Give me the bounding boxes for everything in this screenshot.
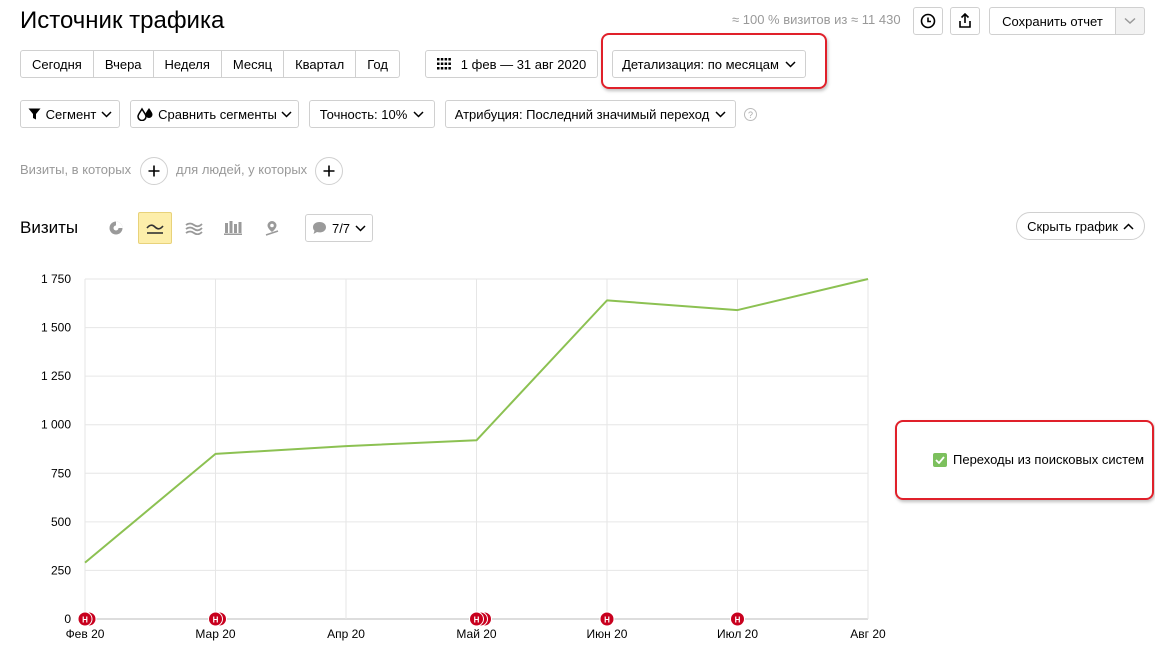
share-icon (959, 13, 971, 28)
chevron-down-icon (281, 110, 292, 118)
x-tick-label: Мар 20 (195, 627, 235, 641)
attribution-label: Атрибуция: Последний значимый переход (454, 106, 710, 122)
x-tick-label: Фев 20 (66, 627, 105, 641)
y-tick-label: 750 (51, 466, 71, 480)
chart-type-line[interactable] (138, 212, 172, 244)
calendar-icon (436, 58, 451, 70)
hide-chart-button[interactable]: Скрыть график (1016, 212, 1145, 240)
date-range-label: 1 фев — 31 авг 2020 (460, 56, 587, 72)
comment-icon (312, 222, 326, 234)
chevron-up-icon (1123, 222, 1134, 230)
visits-condition-label: Визиты, в которых (20, 162, 132, 177)
save-report-menu-button[interactable] (1115, 7, 1145, 35)
chevron-down-icon (413, 110, 424, 118)
annotation-marker-label: Н (213, 616, 219, 625)
period-quarter[interactable]: Квартал (284, 51, 357, 77)
chart-section-title: Визиты (20, 218, 79, 237)
plus-icon (148, 165, 160, 177)
date-range-button[interactable]: 1 фев — 31 авг 2020 (425, 50, 598, 78)
annotations-dropdown[interactable]: 7/7 (305, 214, 373, 242)
add-people-condition-button[interactable] (315, 157, 343, 185)
y-tick-label: 0 (64, 612, 71, 626)
annotation-marker-label: Н (604, 616, 610, 625)
period-yesterday[interactable]: Вчера (94, 51, 154, 77)
hide-chart-label: Скрыть график (1027, 218, 1118, 234)
x-tick-label: Июн 20 (587, 627, 628, 641)
y-tick-label: 1 000 (41, 418, 71, 432)
accuracy-dropdown[interactable]: Точность: 10% (309, 100, 435, 128)
map-pin-icon (265, 221, 279, 236)
period-selector: Сегодня Вчера Неделя Месяц Квартал Год (20, 50, 400, 78)
attribution-dropdown[interactable]: Атрибуция: Последний значимый переход (445, 100, 736, 128)
drops-icon (137, 107, 153, 121)
save-report-button[interactable]: Сохранить отчет (989, 7, 1116, 35)
checkmark-icon (935, 455, 945, 464)
y-tick-label: 500 (51, 515, 71, 529)
annotation-marker-label: Н (735, 616, 741, 625)
period-month[interactable]: Месяц (222, 51, 285, 77)
line-chart-icon (146, 224, 164, 234)
compare-segments-dropdown[interactable]: Сравнить сегменты (130, 100, 299, 128)
legend-checkbox[interactable] (933, 452, 947, 467)
chart-type-bar[interactable] (216, 212, 250, 244)
visits-line-chart: 0 250 500 750 1 000 1 250 1 500 1 750 Фев 20 Мар … (41, 272, 886, 641)
chevron-down-icon (785, 60, 796, 68)
chart-type-pie[interactable] (99, 212, 133, 244)
chart-legend: Переходы из поисковых систем (933, 452, 1144, 467)
filter-icon (28, 108, 41, 120)
x-tick-label: Апр 20 (327, 627, 365, 641)
x-tick-label: Авг 20 (850, 627, 886, 641)
chevron-down-icon (715, 110, 726, 118)
y-tick-label: 1 750 (41, 272, 71, 286)
help-icon[interactable]: ? (744, 108, 757, 121)
chart-type-map[interactable] (255, 212, 289, 244)
area-chart-icon (185, 222, 203, 235)
clock-icon (920, 13, 936, 29)
detail-dropdown[interactable]: Детализация: по месяцам (612, 50, 806, 78)
pie-chart-icon (109, 221, 123, 235)
detail-label: Детализация: по месяцам (622, 56, 779, 72)
y-tick-label: 1 250 (41, 369, 71, 383)
segment-label: Сегмент (45, 106, 97, 122)
visits-summary: ≈ 100 % визитов из ≈ 11 430 (732, 12, 901, 27)
compare-label: Сравнить сегменты (158, 106, 277, 122)
add-visits-condition-button[interactable] (140, 157, 168, 185)
y-tick-label: 1 500 (41, 321, 71, 335)
x-tick-label: Май 20 (456, 627, 497, 641)
history-button[interactable] (913, 7, 943, 35)
period-year[interactable]: Год (356, 51, 399, 77)
annotation-marker-label: Н (82, 616, 88, 625)
bar-chart-icon (224, 221, 242, 235)
chevron-down-icon (1124, 17, 1136, 25)
chart-type-area[interactable] (177, 212, 211, 244)
x-tick-label: Июл 20 (717, 627, 758, 641)
y-tick-label: 250 (51, 563, 71, 577)
accuracy-label: Точность: 10% (319, 106, 408, 122)
people-condition-label: для людей, у которых (176, 162, 308, 177)
annotation-marker-label: Н (474, 616, 480, 625)
chevron-down-icon (355, 224, 366, 232)
export-button[interactable] (950, 7, 980, 35)
plus-icon (323, 165, 335, 177)
legend-series-label: Переходы из поисковых систем (953, 452, 1145, 467)
segment-dropdown[interactable]: Сегмент (20, 100, 120, 128)
period-today[interactable]: Сегодня (21, 51, 94, 77)
annotations-count: 7/7 (331, 220, 351, 236)
chevron-down-icon (101, 110, 112, 118)
page-title: Источник трафика (20, 7, 225, 34)
period-week[interactable]: Неделя (154, 51, 222, 77)
